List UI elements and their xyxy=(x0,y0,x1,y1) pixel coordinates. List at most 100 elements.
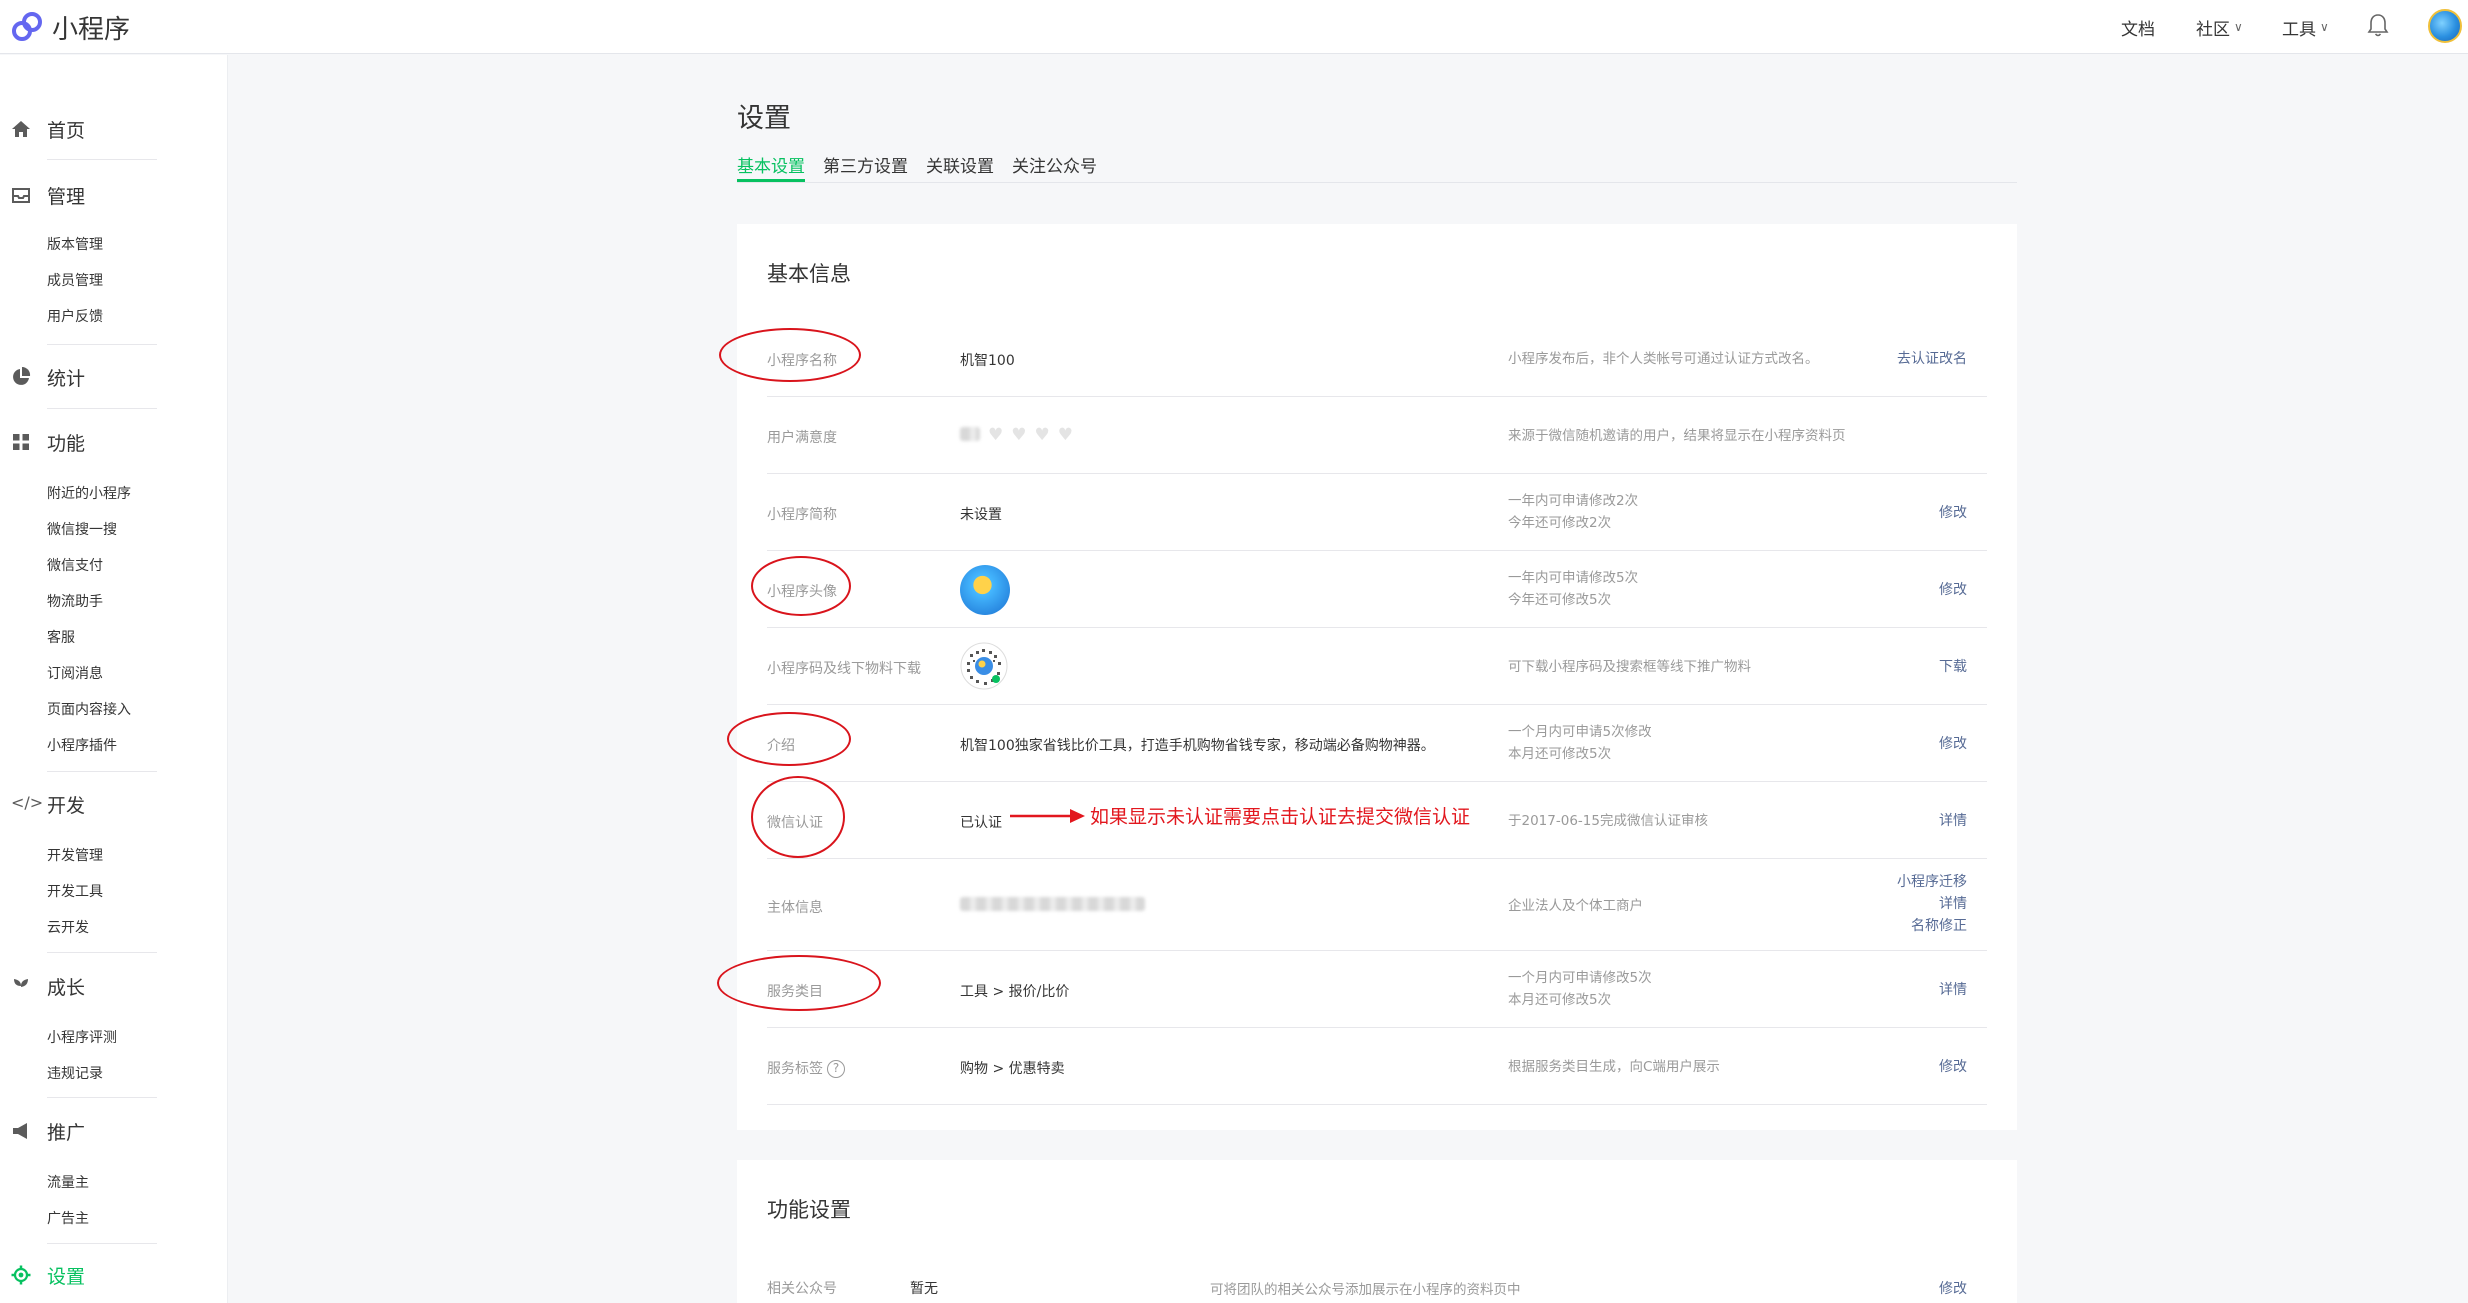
bell-icon[interactable] xyxy=(2366,12,2390,40)
row-value: 机智100独家省钱比价工具，打造手机购物省钱专家，移动端必备购物神器。 xyxy=(960,738,1435,754)
row-satisfaction: 用户满意度 ♥ ♥ ♥ ♥ 来源于微信随机邀请的用户，结果将显示在小程序资料页 xyxy=(767,397,1987,474)
pie-chart-icon xyxy=(13,367,31,385)
download-link[interactable]: 下载 xyxy=(1939,656,1967,678)
gear-icon xyxy=(11,1265,31,1285)
sidebar-group-label: 成长 xyxy=(47,976,86,999)
sidebar-item-evaluate[interactable]: 小程序评测 xyxy=(47,1027,117,1047)
sidebar-group-manage[interactable]: 管理 xyxy=(0,181,228,209)
sidebar-item-search[interactable]: 微信搜一搜 xyxy=(47,519,117,539)
row-desc: 一年内可申请修改5次 今年还可修改5次 xyxy=(1508,567,1638,611)
nav-docs[interactable]: 文档 xyxy=(2121,0,2155,54)
sidebar-item-violations[interactable]: 违规记录 xyxy=(47,1063,103,1083)
edit-tags-link[interactable]: 修改 xyxy=(1939,1056,1967,1078)
row-desc: 根据服务类目生成，向C端用户展示 xyxy=(1508,1059,1720,1075)
app-name: 小程序 xyxy=(52,14,131,45)
row-related-accounts: 相关公众号 暂无 可将团队的相关公众号添加展示在小程序的资料页中 修改 xyxy=(767,1278,1987,1303)
sidebar-item-plugin[interactable]: 小程序插件 xyxy=(47,735,117,755)
avatar[interactable] xyxy=(2428,9,2462,43)
edit-short-name-link[interactable]: 修改 xyxy=(1939,502,1967,524)
sidebar-item-dev-tools[interactable]: 开发工具 xyxy=(47,881,103,901)
sidebar-item-feedback[interactable]: 用户反馈 xyxy=(47,306,103,326)
row-desc: 一个月内可申请修改5次 本月还可修改5次 xyxy=(1508,967,1652,1011)
nav-docs-label: 文档 xyxy=(2121,19,2155,40)
tabs-divider xyxy=(737,182,2017,183)
divider xyxy=(47,1097,157,1098)
row-label: 服务标签 xyxy=(767,1061,823,1077)
tab-third-party[interactable]: 第三方设置 xyxy=(823,152,908,182)
divider xyxy=(47,952,157,953)
heart-icon: ♥ xyxy=(1011,425,1027,445)
entity-details-link[interactable]: 详情 xyxy=(1897,893,1967,915)
sidebar-group-growth[interactable]: 成长 xyxy=(0,972,228,1000)
logo[interactable]: 小程序 xyxy=(10,8,130,46)
row-name: 小程序名称 机智100 小程序发布后，非个人类帐号可通过认证方式改名。 去认证改… xyxy=(767,320,1987,397)
row-desc: 一个月内可申请5次修改 本月还可修改5次 xyxy=(1508,721,1652,765)
sidebar-item-settings[interactable]: 设置 xyxy=(0,1261,228,1289)
annotation-arrow-icon xyxy=(1010,809,1085,823)
edit-intro-link[interactable]: 修改 xyxy=(1939,733,1967,755)
name-correction-link[interactable]: 名称修正 xyxy=(1897,915,1967,937)
sidebar-item-label: 设置 xyxy=(47,1265,86,1288)
edit-avatar-link[interactable]: 修改 xyxy=(1939,579,1967,601)
row-value: 未设置 xyxy=(960,507,1002,523)
divider xyxy=(47,771,157,772)
help-icon[interactable]: ? xyxy=(827,1060,845,1078)
chevron-down-icon: ∨ xyxy=(2234,20,2243,34)
sidebar-item-dev-manage[interactable]: 开发管理 xyxy=(47,845,103,865)
row-label: 用户满意度 xyxy=(767,430,837,446)
sidebar-group-promote[interactable]: 推广 xyxy=(0,1117,228,1145)
sidebar-item-members[interactable]: 成员管理 xyxy=(47,270,103,290)
desc-line: 一年内可申请修改2次 xyxy=(1508,493,1639,509)
row-value: 工具 > 报价/比价 xyxy=(960,984,1070,1000)
edit-related-link[interactable]: 修改 xyxy=(1939,1278,1967,1298)
card-title: 功能设置 xyxy=(767,1198,851,1222)
heart-icon: ♥ xyxy=(1034,425,1050,445)
tab-follow-account[interactable]: 关注公众号 xyxy=(1012,152,1097,182)
sidebar-item-content[interactable]: 页面内容接入 xyxy=(47,699,131,719)
sidebar-item-cloud[interactable]: 云开发 xyxy=(47,917,89,937)
sidebar-item-version[interactable]: 版本管理 xyxy=(47,234,103,254)
row-desc: 小程序发布后，非个人类帐号可通过认证方式改名。 xyxy=(1508,351,1819,367)
inbox-icon xyxy=(12,188,30,203)
nav-tools[interactable]: 工具 ∨ xyxy=(2282,0,2329,54)
migrate-link[interactable]: 小程序迁移 xyxy=(1897,871,1967,893)
row-label: 主体信息 xyxy=(767,900,823,916)
rename-link[interactable]: 去认证改名 xyxy=(1897,348,1967,370)
basic-info-card: 基本信息 小程序名称 机智100 小程序发布后，非个人类帐号可通过认证方式改名。… xyxy=(737,224,2017,1130)
qrcode-icon xyxy=(960,642,1008,690)
grid-icon xyxy=(13,434,29,450)
heart-icon: ♥ xyxy=(988,425,1004,445)
annotation-text: 如果显示未认证需要点击认证去提交微信认证 xyxy=(1090,806,1471,828)
sidebar-group-develop[interactable]: </> 开发 xyxy=(0,790,228,818)
sidebar-item-subscribe[interactable]: 订阅消息 xyxy=(47,663,103,683)
row-desc: 可将团队的相关公众号添加展示在小程序的资料页中 xyxy=(1210,1282,1521,1298)
category-details-link[interactable]: 详情 xyxy=(1939,979,1967,1001)
row-value: 购物 > 优惠特卖 xyxy=(960,1061,1065,1077)
sidebar-item-stats[interactable]: 统计 xyxy=(0,363,228,391)
verification-details-link[interactable]: 详情 xyxy=(1939,810,1967,832)
sidebar-item-home[interactable]: 首页 xyxy=(0,115,228,143)
sidebar-item-advertiser[interactable]: 广告主 xyxy=(47,1208,89,1228)
sidebar-group-features[interactable]: 功能 xyxy=(0,428,228,456)
sidebar-item-nearby[interactable]: 附近的小程序 xyxy=(47,483,131,503)
tab-linked[interactable]: 关联设置 xyxy=(926,152,994,182)
desc-line: 一个月内可申请5次修改 xyxy=(1508,724,1652,740)
feature-settings-card: 功能设置 相关公众号 暂无 可将团队的相关公众号添加展示在小程序的资料页中 修改 xyxy=(737,1160,2017,1303)
sidebar-group-label: 推广 xyxy=(47,1121,86,1144)
row-entity: 主体信息 企业法人及个体工商户 小程序迁移 详情 名称修正 xyxy=(767,859,1987,951)
sidebar-item-publisher[interactable]: 流量主 xyxy=(47,1172,89,1192)
blurred-entity-name xyxy=(960,897,1145,911)
sidebar-item-pay[interactable]: 微信支付 xyxy=(47,555,103,575)
page-title: 设置 xyxy=(737,103,791,134)
row-label-wrap: 服务标签? xyxy=(767,1058,845,1078)
satisfaction-rating: ♥ ♥ ♥ ♥ xyxy=(960,425,1073,445)
nav-community[interactable]: 社区 ∨ xyxy=(2196,0,2243,54)
row-value: 机智100 xyxy=(960,353,1015,369)
sidebar-item-service[interactable]: 客服 xyxy=(47,627,75,647)
tab-basic[interactable]: 基本设置 xyxy=(737,152,805,182)
row-tags: 服务标签? 购物 > 优惠特卖 根据服务类目生成，向C端用户展示 修改 xyxy=(767,1028,1987,1105)
desc-line: 今年还可修改5次 xyxy=(1508,592,1612,608)
sidebar-item-logistics[interactable]: 物流助手 xyxy=(47,591,103,611)
sidebar-item-label: 首页 xyxy=(47,119,86,142)
row-label: 小程序码及线下物料下载 xyxy=(767,661,921,677)
